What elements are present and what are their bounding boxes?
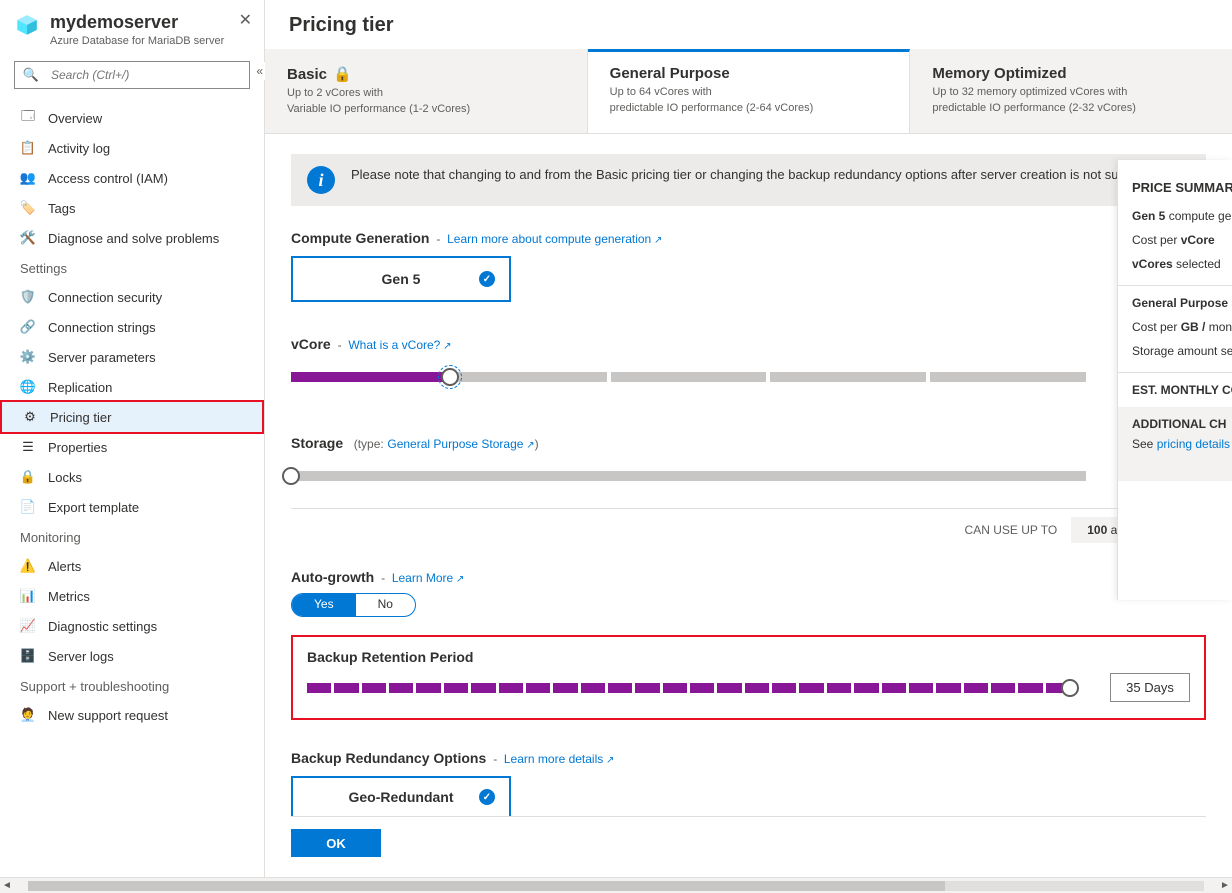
tier-tab-memory-optimized[interactable]: Memory Optimized Up to 32 memory optimiz…	[910, 49, 1232, 133]
info-icon: i	[307, 166, 335, 194]
sidebar-item-properties[interactable]: ☰Properties	[0, 432, 264, 462]
sidebar-item-server-logs[interactable]: 🗄️Server logs	[0, 641, 264, 671]
autogrowth-yes[interactable]: Yes	[292, 594, 356, 616]
compute-gen-label: Compute Generation	[291, 230, 429, 246]
autogrowth-link[interactable]: Learn More	[392, 571, 465, 585]
redundancy-label: Backup Redundancy Options	[291, 750, 486, 766]
info-banner: i Please note that changing to and from …	[291, 154, 1206, 206]
vcore-label: vCore	[291, 336, 331, 352]
sidebar-item-connection-strings[interactable]: 🔗Connection strings	[0, 312, 264, 342]
support-icon: 🧑‍💼	[20, 707, 36, 723]
settings-header: Settings	[0, 253, 264, 282]
vcore-slider[interactable]	[291, 367, 1086, 387]
sidebar-item-pricing-tier[interactable]: ⚙Pricing tier	[0, 400, 264, 434]
autogrowth-toggle[interactable]: Yes No	[291, 593, 416, 617]
scroll-right-arrow[interactable]: ►	[1218, 880, 1232, 891]
backup-label: Backup Retention Period	[307, 649, 473, 665]
diagnose-icon: 🛠️	[20, 230, 36, 246]
resource-subtitle: Azure Database for MariaDB server	[50, 35, 224, 47]
price-summary-panel: PRICE SUMMARY Gen 5 compute gen Cost per…	[1117, 160, 1232, 600]
lock-icon: 🔒	[333, 65, 352, 83]
properties-icon: ☰	[20, 439, 36, 455]
sidebar-item-new-support-request[interactable]: 🧑‍💼New support request	[0, 700, 264, 730]
tags-icon: 🏷️	[20, 200, 36, 216]
storage-slider[interactable]	[291, 466, 1086, 486]
close-blade-button[interactable]: ✕	[239, 10, 252, 30]
sidebar-item-activity-log[interactable]: 📋Activity log	[0, 133, 264, 163]
search-icon: 🔍	[23, 67, 39, 83]
logs-icon: 🗄️	[20, 648, 36, 664]
gear-icon: ⚙️	[20, 349, 36, 365]
sidebar-item-alerts[interactable]: ⚠️Alerts	[0, 551, 264, 581]
page-title: Pricing tier	[265, 0, 1232, 49]
compute-gen-card[interactable]: Gen 5 ✓	[291, 256, 511, 302]
backup-slider-thumb[interactable]	[1061, 679, 1079, 697]
horizontal-scrollbar[interactable]: ◄ ►	[0, 877, 1232, 893]
scrollbar-thumb[interactable]	[28, 881, 945, 891]
replication-icon: 🌐	[20, 379, 36, 395]
vcore-slider-thumb[interactable]	[441, 368, 459, 386]
collapse-sidebar-button[interactable]: «	[254, 62, 265, 80]
sidebar-item-locks[interactable]: 🔒Locks	[0, 462, 264, 492]
redundancy-card[interactable]: Geo-Redundant ✓	[291, 776, 511, 816]
storage-slider-thumb[interactable]	[282, 467, 300, 485]
shield-icon: 🛡️	[20, 289, 36, 305]
vcore-link[interactable]: What is a vCore?	[348, 338, 451, 352]
autogrowth-no[interactable]: No	[356, 594, 415, 616]
pricing-icon: ⚙	[22, 409, 38, 425]
search-input[interactable]	[51, 68, 241, 82]
activity-log-icon: 📋	[20, 140, 36, 156]
sidebar-item-tags[interactable]: 🏷️Tags	[0, 193, 264, 223]
price-summary-title: PRICE SUMMARY	[1132, 180, 1232, 195]
sidebar-item-server-parameters[interactable]: ⚙️Server parameters	[0, 342, 264, 372]
iam-icon: 👥	[20, 170, 36, 186]
overview-icon: 🗔	[20, 110, 36, 126]
export-icon: 📄	[20, 499, 36, 515]
sidebar-item-diagnostic-settings[interactable]: 📈Diagnostic settings	[0, 611, 264, 641]
autogrowth-label: Auto-growth	[291, 569, 374, 585]
compute-gen-link[interactable]: Learn more about compute generation	[447, 232, 662, 246]
resource-title: mydemoserver	[50, 12, 224, 33]
pricing-details-link[interactable]: pricing details f	[1157, 437, 1232, 451]
tier-tab-general-purpose[interactable]: General Purpose Up to 64 vCores with pre…	[588, 49, 911, 133]
iops-label: CAN USE UP TO	[965, 523, 1058, 537]
backup-retention-section: Backup Retention Period 35 Days	[291, 635, 1206, 720]
support-header: Support + troubleshooting	[0, 671, 264, 700]
metrics-icon: 📊	[20, 588, 36, 604]
alerts-icon: ⚠️	[20, 558, 36, 574]
server-logo-icon	[14, 12, 40, 38]
storage-label: Storage	[291, 435, 343, 451]
check-icon: ✓	[479, 271, 495, 287]
sidebar-item-replication[interactable]: 🌐Replication	[0, 372, 264, 402]
tier-tab-basic[interactable]: Basic🔒 Up to 2 vCores with Variable IO p…	[265, 49, 588, 133]
sidebar-item-connection-security[interactable]: 🛡️Connection security	[0, 282, 264, 312]
sidebar-search[interactable]: 🔍	[14, 61, 250, 89]
scroll-left-arrow[interactable]: ◄	[0, 880, 14, 891]
monitoring-header: Monitoring	[0, 522, 264, 551]
sidebar: mydemoserver Azure Database for MariaDB …	[0, 0, 265, 893]
backup-slider[interactable]	[307, 678, 1070, 698]
sidebar-item-diagnose[interactable]: 🛠️Diagnose and solve problems	[0, 223, 264, 253]
diagnostic-icon: 📈	[20, 618, 36, 634]
redundancy-link[interactable]: Learn more details	[504, 752, 615, 766]
storage-type-link[interactable]: General Purpose Storage	[387, 437, 534, 451]
sidebar-item-export-template[interactable]: 📄Export template	[0, 492, 264, 522]
backup-value[interactable]: 35 Days	[1110, 673, 1190, 702]
connection-icon: 🔗	[20, 319, 36, 335]
tier-tabs: Basic🔒 Up to 2 vCores with Variable IO p…	[265, 49, 1232, 134]
sidebar-item-access-control[interactable]: 👥Access control (IAM)	[0, 163, 264, 193]
main-pane: Pricing tier Basic🔒 Up to 2 vCores with …	[265, 0, 1232, 893]
ok-button[interactable]: OK	[291, 829, 381, 857]
lock-icon: 🔒	[20, 469, 36, 485]
sidebar-item-overview[interactable]: 🗔Overview	[0, 103, 264, 133]
check-icon: ✓	[479, 789, 495, 805]
content-area: i Please note that changing to and from …	[265, 134, 1232, 893]
sidebar-item-metrics[interactable]: 📊Metrics	[0, 581, 264, 611]
